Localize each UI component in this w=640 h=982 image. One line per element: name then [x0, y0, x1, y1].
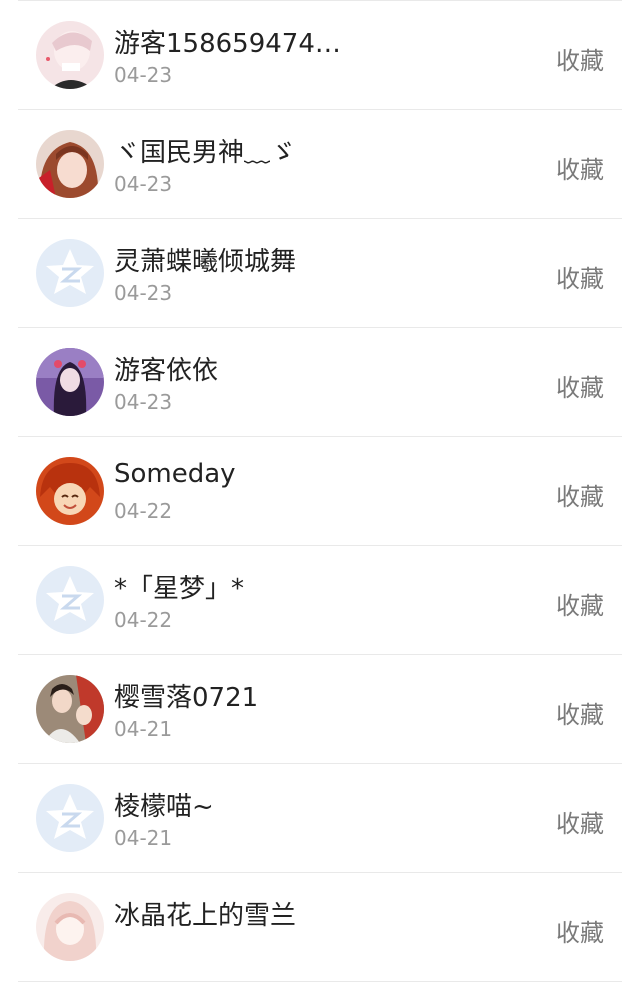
list-item[interactable]: ヾ国民男神﹏ゞ 04-23 收藏 [18, 110, 622, 219]
contact-name: 冰晶花上的雪兰 [114, 901, 297, 931]
contact-date: 04-22 [114, 499, 173, 523]
anime-boy-avatar[interactable] [36, 21, 104, 89]
contact-name: 灵萧蝶曦倾城舞 [114, 247, 297, 277]
list-item[interactable]: 棱檬喵~ 04-21 收藏 [18, 764, 622, 873]
contact-name: ヾ国民男神﹏ゞ [114, 138, 297, 168]
list-item[interactable]: Someday 04-22 收藏 [18, 437, 622, 546]
favorite-button[interactable]: 收藏 [556, 41, 604, 76]
favorite-button[interactable]: 收藏 [556, 368, 604, 403]
default-star-avatar[interactable] [36, 239, 104, 307]
contact-date: 04-23 [114, 281, 173, 305]
contact-date: 04-23 [114, 63, 173, 87]
contact-name: 棱檬喵~ [114, 792, 214, 822]
favorite-button[interactable]: 收藏 [556, 586, 604, 621]
contact-date: 04-21 [114, 826, 173, 850]
contact-name: 游客依依 [114, 356, 219, 386]
purple-girl-avatar[interactable] [36, 348, 104, 416]
favorite-button[interactable]: 收藏 [556, 695, 604, 730]
girl-photo-avatar[interactable] [36, 130, 104, 198]
favorite-button[interactable]: 收藏 [556, 259, 604, 294]
red-anime-avatar[interactable] [36, 457, 104, 525]
default-star-avatar[interactable] [36, 784, 104, 852]
contact-date: 04-23 [114, 172, 173, 196]
contact-date: 04-23 [114, 390, 173, 414]
default-star-avatar[interactable] [36, 566, 104, 634]
list-item[interactable]: 游客依依 04-23 收藏 [18, 328, 622, 437]
list-item[interactable]: 冰晶花上的雪兰 收藏 [18, 873, 622, 982]
contact-name: 游客158659474… [114, 29, 341, 59]
pink-anime-avatar[interactable] [36, 893, 104, 961]
favorite-button[interactable]: 收藏 [556, 477, 604, 512]
list-item[interactable]: *「星梦」* 04-22 收藏 [18, 546, 622, 655]
list-item[interactable]: 游客158659474… 04-23 收藏 [18, 1, 622, 110]
favorite-button[interactable]: 收藏 [556, 804, 604, 839]
contact-name: 樱雪落0721 [114, 683, 259, 713]
contact-date: 04-22 [114, 608, 173, 632]
list-item[interactable]: 灵萧蝶曦倾城舞 04-23 收藏 [18, 219, 622, 328]
couple-photo-avatar[interactable] [36, 675, 104, 743]
contact-list: 游客158659474… 04-23 收藏 ヾ国民男神﹏ゞ 04-23 收藏 灵… [0, 0, 640, 982]
contact-name: *「星梦」* [114, 574, 245, 604]
contact-name: Someday [114, 459, 236, 489]
favorite-button[interactable]: 收藏 [556, 150, 604, 185]
favorite-button[interactable]: 收藏 [556, 913, 604, 948]
contact-date: 04-21 [114, 717, 173, 741]
list-item[interactable]: 樱雪落0721 04-21 收藏 [18, 655, 622, 764]
